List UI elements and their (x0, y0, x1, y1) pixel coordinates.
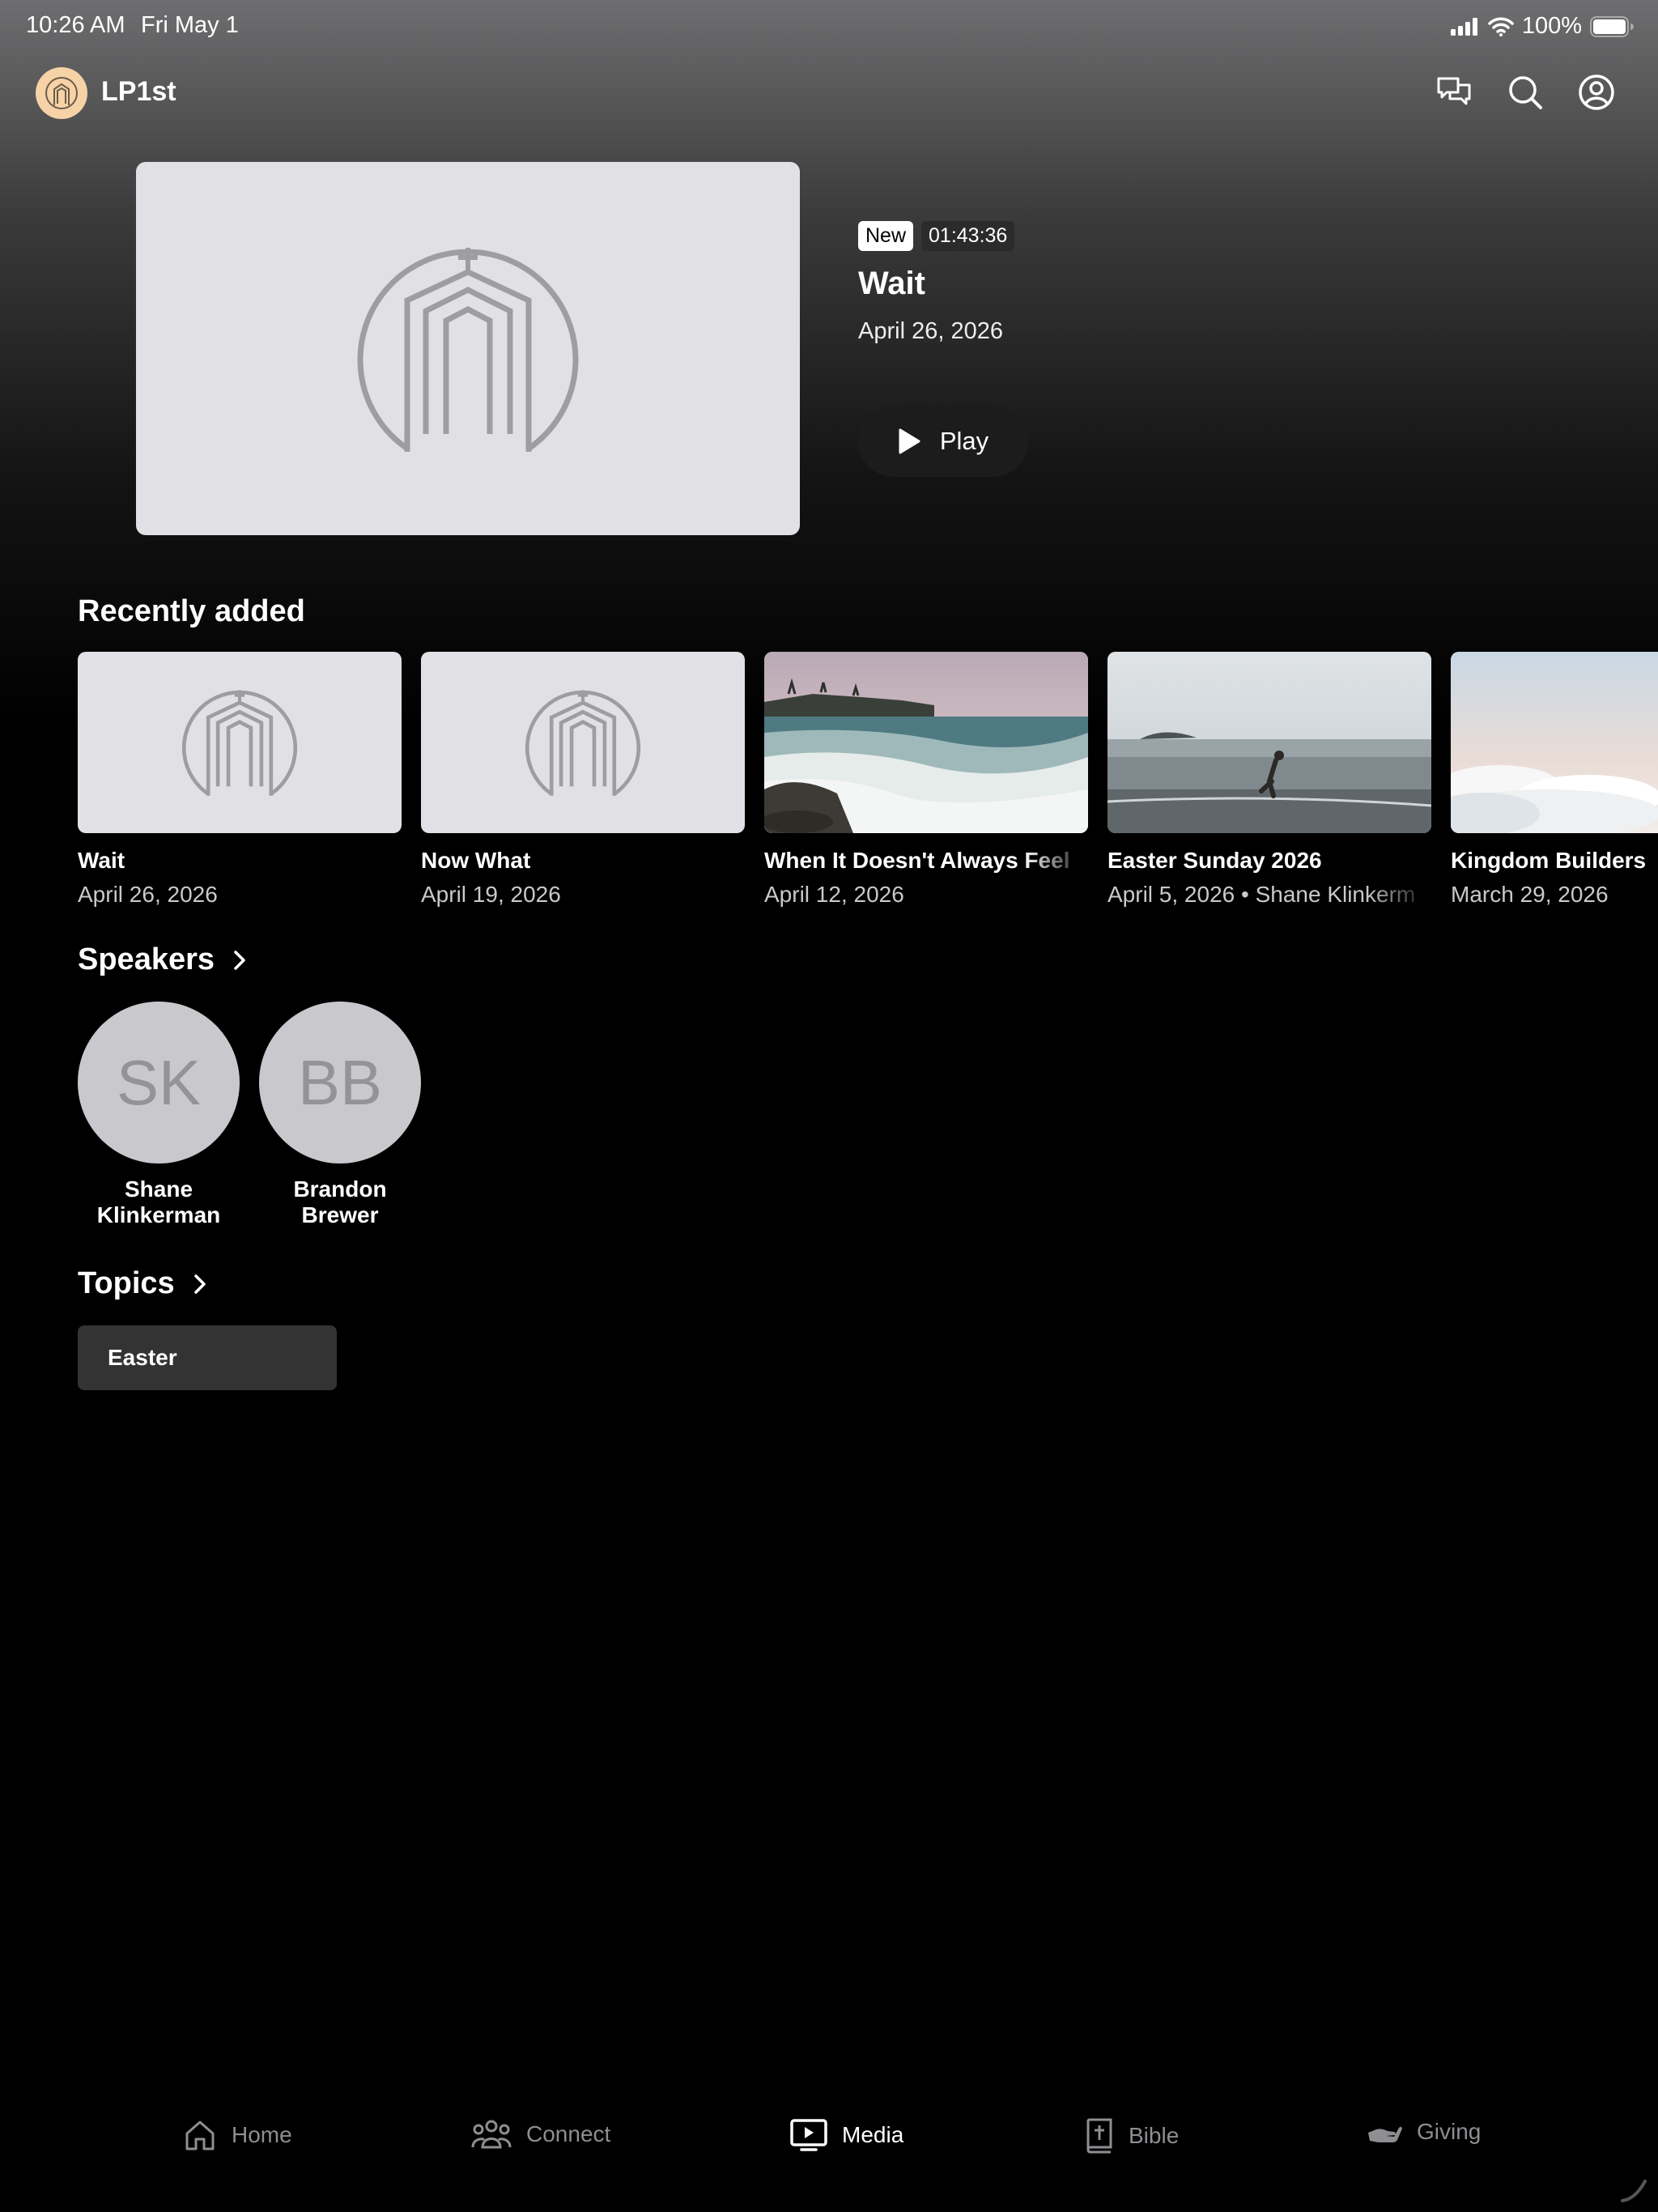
topics-heading: Topics (78, 1266, 175, 1300)
chevron-right-icon[interactable] (232, 950, 247, 971)
tab-connect[interactable]: Connect (471, 2118, 610, 2150)
card-thumbnail (764, 652, 1088, 833)
speaker-name-line2: Klinkerman (96, 1202, 221, 1227)
card-title: Wait (78, 848, 125, 873)
card-subtitle: April 12, 2026 (764, 882, 904, 907)
status-indicators: 100% (1450, 13, 1634, 40)
tab-label: Giving (1417, 2119, 1482, 2144)
recently-added-heading: Recently added (78, 594, 305, 628)
resize-handle-icon (1621, 2180, 1647, 2202)
profile-icon[interactable] (1575, 71, 1618, 113)
featured-title: Wait (858, 266, 925, 301)
search-icon[interactable] (1504, 71, 1546, 113)
chat-icon[interactable] (1433, 71, 1475, 113)
tab-bible[interactable]: Bible (1085, 2118, 1179, 2154)
battery-icon (1590, 15, 1634, 37)
church-name: LP1st (101, 76, 176, 107)
speaker-name-line2: Brewer (301, 1202, 379, 1227)
new-badge: New (858, 221, 914, 251)
tab-label: Connect (526, 2121, 611, 2146)
tab-giving[interactable]: Giving (1367, 2118, 1481, 2146)
media-card[interactable]: When It Doesn't Always Feel April 12, 20… (764, 652, 1088, 908)
status-bar: 10:26 AM Fri May 1 100% (0, 0, 1658, 52)
card-subtitle: April 26, 2026 (78, 882, 218, 907)
app-header: LP1st (0, 62, 1658, 123)
bible-icon (1086, 2118, 1112, 2154)
tab-home[interactable]: Home (183, 2118, 292, 2152)
church-logo-placeholder (525, 690, 641, 796)
speaker-item[interactable]: BB Brandon Brewer (259, 1002, 421, 1228)
media-card[interactable]: Easter Sunday 2026 April 5, 2026 • Shane… (1107, 652, 1431, 908)
church-arch-icon (45, 77, 78, 109)
card-title: Kingdom Builders (1451, 848, 1647, 873)
speaker-name-line1: Brandon (293, 1176, 387, 1202)
media-card[interactable]: Kingdom Builders March 29, 2026 (1451, 652, 1658, 908)
people-icon (471, 2120, 512, 2149)
tab-media[interactable]: Media (790, 2118, 903, 2152)
battery-percent: 100% (1521, 13, 1582, 39)
featured-badges: New 01:43:36 (858, 221, 1015, 251)
clouds-photo (1451, 652, 1658, 833)
speakers-header[interactable]: Speakers (78, 942, 247, 977)
card-title: Easter Sunday 2026 (1107, 848, 1322, 873)
speaker-item[interactable]: SK Shane Klinkerman (78, 1002, 240, 1228)
speakers-heading: Speakers (78, 942, 215, 976)
church-logo[interactable] (36, 67, 87, 119)
play-label: Play (939, 427, 989, 455)
status-time: 10:26 AM (26, 12, 125, 38)
card-subtitle: April 19, 2026 (421, 882, 561, 907)
status-date: Fri May 1 (141, 12, 239, 38)
topic-chip-easter[interactable]: Easter (78, 1325, 337, 1390)
ocean-waves-photo (764, 652, 1088, 833)
giving-hand-icon (1368, 2126, 1402, 2142)
play-button[interactable]: Play (858, 406, 1028, 477)
play-icon (899, 428, 920, 454)
church-logo-placeholder (181, 690, 298, 796)
home-icon (185, 2121, 215, 2150)
duration-badge: 01:43:36 (921, 221, 1015, 251)
card-subtitle: March 29, 2026 (1451, 882, 1609, 907)
tab-label: Bible (1129, 2123, 1180, 2148)
recently-added-title: Recently added (78, 594, 305, 629)
signal-icon (1450, 17, 1477, 36)
speaker-name: Brandon Brewer (259, 1176, 421, 1228)
media-card[interactable]: Wait April 26, 2026 (78, 652, 402, 908)
card-subtitle: April 5, 2026 • Shane Klinkerm (1107, 882, 1416, 907)
avatar: SK (78, 1002, 240, 1163)
recently-added-rail[interactable]: Wait April 26, 2026 Now What April 19, 2… (78, 652, 1658, 911)
church-logo-placeholder (357, 247, 579, 452)
wifi-icon (1488, 17, 1514, 36)
topic-label: Easter (108, 1345, 177, 1370)
featured-thumbnail[interactable] (136, 162, 800, 535)
card-title: Now What (421, 848, 531, 873)
speaker-name-line1: Shane (124, 1176, 193, 1202)
tab-bar: Home Connect Media Bible Giving (0, 2097, 1658, 2178)
media-card[interactable]: Now What April 19, 2026 (421, 652, 745, 908)
person-in-water-photo (1107, 652, 1431, 833)
topics-header[interactable]: Topics (78, 1266, 207, 1301)
card-thumbnail (1451, 652, 1658, 833)
card-thumbnail (421, 652, 745, 833)
tab-label: Home (232, 2122, 292, 2147)
speaker-name: Shane Klinkerman (78, 1176, 240, 1228)
card-thumbnail (78, 652, 402, 833)
avatar: BB (259, 1002, 421, 1163)
tv-play-icon (790, 2119, 827, 2151)
chevron-right-icon[interactable] (193, 1274, 207, 1295)
featured-date: April 26, 2026 (858, 318, 1003, 344)
tab-label: Media (842, 2122, 904, 2147)
card-thumbnail (1107, 652, 1431, 833)
card-title: When It Doesn't Always Feel (764, 848, 1070, 873)
